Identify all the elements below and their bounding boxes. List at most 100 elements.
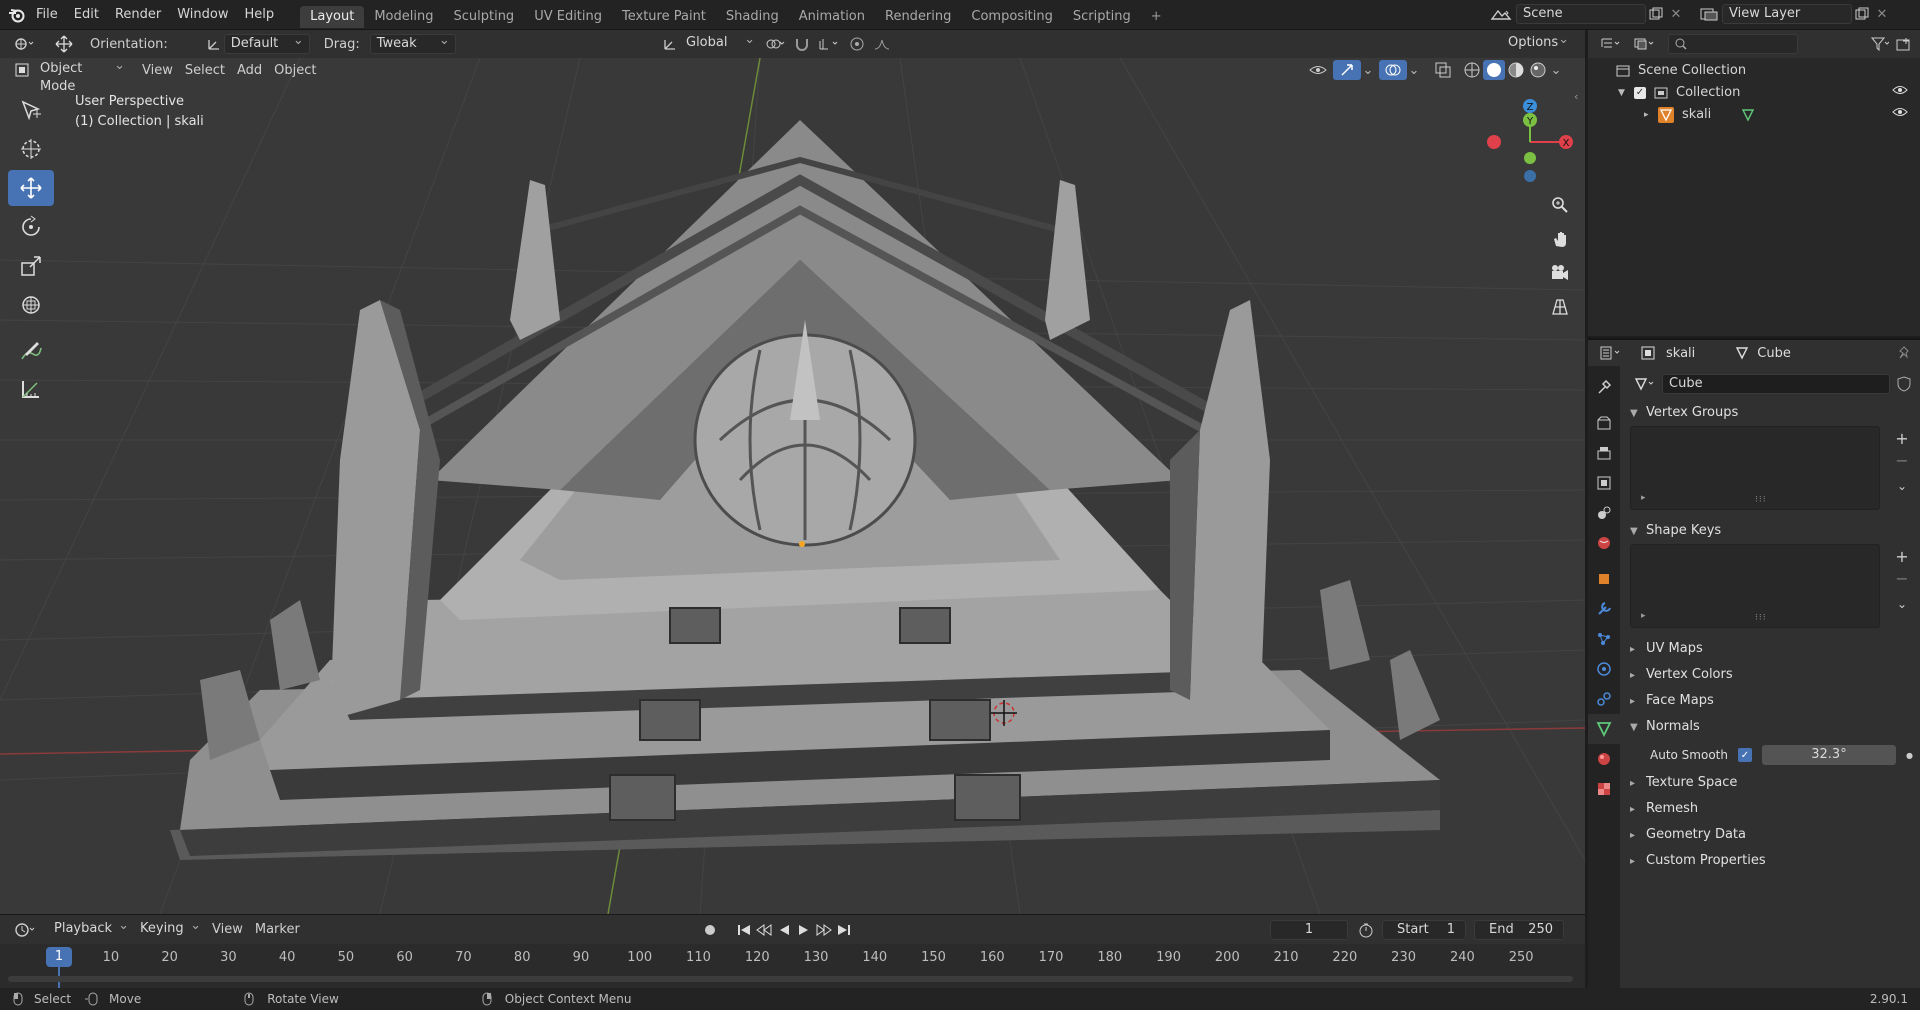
stopwatch-icon[interactable]: [1356, 920, 1376, 940]
collapse-arrow-icon[interactable]: ▸: [1644, 104, 1658, 126]
particles-tab-icon[interactable]: [1588, 624, 1620, 654]
overlays-dropdown-icon[interactable]: ⌄: [1407, 60, 1421, 80]
outliner-search-input[interactable]: [1668, 34, 1798, 54]
current-frame-field[interactable]: 1: [1270, 920, 1348, 940]
scene-tab-icon[interactable]: [1588, 498, 1620, 528]
move-tool-icon[interactable]: [8, 170, 54, 206]
add-vertex-group-button[interactable]: +: [1892, 428, 1912, 448]
select-box-tool-icon[interactable]: [8, 92, 54, 128]
end-frame-field[interactable]: End 250: [1474, 920, 1564, 940]
ortho-grid-icon[interactable]: [1548, 290, 1572, 324]
panel-custom-properties[interactable]: ▸ Custom Properties: [1620, 848, 1920, 874]
sidebar-toggle-icon[interactable]: ‹: [1574, 90, 1578, 103]
marker-menu[interactable]: Marker: [249, 922, 306, 937]
pan-hand-icon[interactable]: [1548, 222, 1572, 256]
orientation-dropdown[interactable]: Default: [223, 32, 310, 54]
shading-dropdown-icon[interactable]: ⌄: [1549, 60, 1563, 80]
panel-shape-keys[interactable]: ▼ Shape Keys: [1620, 518, 1920, 544]
prev-keyframe-icon[interactable]: [754, 920, 774, 940]
scale-tool-icon[interactable]: [8, 248, 54, 284]
navigation-gizmo[interactable]: Z Y X: [1478, 94, 1578, 194]
3d-viewport[interactable]: Object Mode View Select Add Object ⌄ ⌄: [0, 58, 1585, 914]
list-expand-icon[interactable]: ▸: [1641, 493, 1646, 503]
object-mode-dropdown[interactable]: Object Mode: [34, 58, 130, 94]
cursor-tool-icon[interactable]: [8, 131, 54, 167]
rendered-shading-icon[interactable]: [1527, 60, 1549, 80]
tab-layout[interactable]: Layout: [300, 5, 365, 28]
modifier-tab-icon[interactable]: [1588, 594, 1620, 624]
view-layer-icon[interactable]: [1696, 4, 1722, 24]
timeline-area[interactable]: 1 10 20 30 40 50 60 70 80 90 100 110 120 130 140 150 16…: [0, 944, 1585, 988]
timeline-editor-icon[interactable]: [10, 920, 42, 940]
solid-shading-icon[interactable]: [1483, 60, 1505, 80]
tab-texture-paint[interactable]: Texture Paint: [612, 6, 716, 28]
auto-smooth-angle-field[interactable]: 32.3°: [1761, 745, 1896, 765]
display-mode-icon[interactable]: [1630, 34, 1660, 54]
current-frame-indicator[interactable]: 1: [46, 947, 72, 967]
menu-help[interactable]: Help: [237, 0, 283, 30]
add-workspace-button[interactable]: +: [1141, 6, 1172, 28]
panel-vertex-colors[interactable]: ▸ Vertex Colors: [1620, 662, 1920, 688]
panel-normals[interactable]: ▼ Normals: [1620, 714, 1920, 740]
delete-scene-icon[interactable]: ✕: [1666, 4, 1686, 24]
rotate-tool-icon[interactable]: [8, 209, 54, 245]
drag-dropdown[interactable]: Tweak: [369, 32, 456, 54]
object-tab-icon[interactable]: [1588, 564, 1620, 594]
remove-vertex-group-button[interactable]: −: [1892, 450, 1912, 470]
play-icon[interactable]: [794, 920, 814, 940]
tab-animation[interactable]: Animation: [789, 6, 875, 28]
new-collection-icon[interactable]: [1894, 34, 1914, 54]
keyframe-dot-icon[interactable]: ●: [1906, 751, 1913, 760]
list-resize-handle-icon[interactable]: ⁝⁝⁝: [1755, 495, 1767, 505]
auto-smooth-checkbox[interactable]: ✓: [1737, 748, 1752, 762]
gizmo-dropdown-icon[interactable]: ⌄: [1361, 60, 1375, 80]
editor-type-icon[interactable]: [8, 34, 40, 54]
menu-render[interactable]: Render: [107, 0, 169, 30]
next-keyframe-icon[interactable]: [814, 920, 834, 940]
expand-arrow-icon[interactable]: ▼: [1618, 82, 1634, 104]
tab-scripting[interactable]: Scripting: [1063, 6, 1141, 28]
new-view-layer-icon[interactable]: [1852, 4, 1872, 24]
physics-tab-icon[interactable]: [1588, 654, 1620, 684]
xray-icon[interactable]: [1429, 60, 1457, 80]
menu-file[interactable]: File: [28, 0, 66, 30]
outliner-row-skali[interactable]: ▸ skali: [1588, 104, 1920, 126]
measure-tool-icon[interactable]: [8, 371, 54, 407]
output-tab-icon[interactable]: [1588, 438, 1620, 468]
material-tab-icon[interactable]: [1588, 744, 1620, 774]
playback-menu[interactable]: Playback: [48, 917, 134, 940]
tab-modeling[interactable]: Modeling: [364, 6, 443, 28]
texture-tab-icon[interactable]: [1588, 774, 1620, 804]
keying-menu[interactable]: Keying: [134, 917, 206, 940]
view-layer-tab-icon[interactable]: [1588, 468, 1620, 498]
scene-name-field[interactable]: Scene: [1516, 4, 1646, 24]
list-resize-handle-icon-2[interactable]: ⁝⁝⁝: [1755, 613, 1767, 623]
panel-texture-space[interactable]: ▸ Texture Space: [1620, 770, 1920, 796]
tab-compositing[interactable]: Compositing: [961, 6, 1063, 28]
snap-icon[interactable]: [790, 34, 814, 54]
constraints-tab-icon[interactable]: [1588, 684, 1620, 714]
shape-keys-list[interactable]: ▸ ⁝⁝⁝: [1630, 544, 1880, 628]
tab-shading[interactable]: Shading: [716, 6, 789, 28]
tool-tab-icon[interactable]: [1588, 372, 1620, 402]
shape-key-menu-icon[interactable]: ⌄: [1892, 594, 1912, 614]
play-reverse-icon[interactable]: [774, 920, 794, 940]
menu-add[interactable]: Add: [231, 63, 268, 78]
proportional-edit-icon[interactable]: [844, 34, 870, 54]
panel-geometry-data[interactable]: ▸ Geometry Data: [1620, 822, 1920, 848]
panel-remesh[interactable]: ▸ Remesh: [1620, 796, 1920, 822]
mesh-name-field[interactable]: Cube: [1662, 374, 1890, 394]
outliner-editor-icon[interactable]: [1596, 34, 1626, 54]
list-expand-icon-2[interactable]: ▸: [1641, 611, 1646, 621]
collection-checkbox[interactable]: ✓: [1634, 87, 1646, 99]
new-scene-icon[interactable]: [1646, 4, 1666, 24]
zoom-icon[interactable]: [1548, 188, 1572, 222]
visibility-icon[interactable]: [1305, 60, 1333, 80]
panel-vertex-groups[interactable]: ▼ Vertex Groups: [1620, 400, 1920, 426]
mesh-data-tab-icon[interactable]: [1588, 714, 1620, 744]
pivot-point-icon[interactable]: [760, 34, 790, 54]
material-shading-icon[interactable]: [1505, 60, 1527, 80]
world-tab-icon[interactable]: [1588, 528, 1620, 558]
options-dropdown[interactable]: Options: [1502, 31, 1574, 54]
mesh-browse-icon[interactable]: [1630, 374, 1660, 394]
